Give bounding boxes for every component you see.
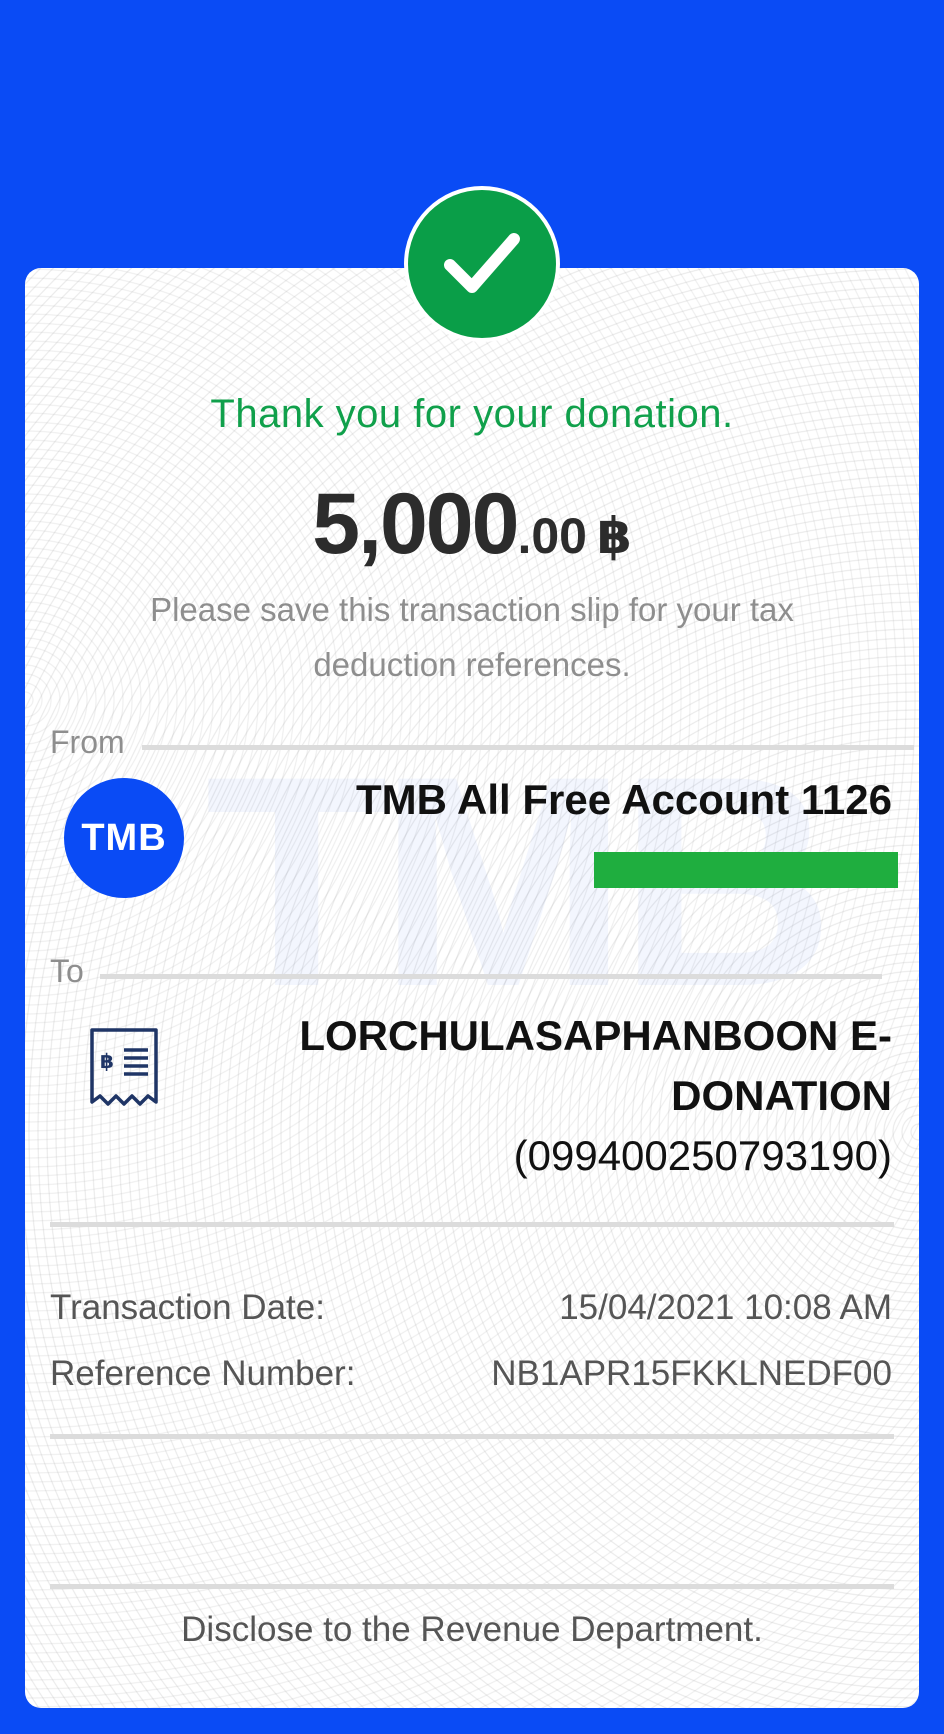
to-divider xyxy=(100,974,882,979)
svg-text:฿: ฿ xyxy=(100,1049,114,1073)
currency-symbol: ฿ xyxy=(596,508,632,564)
amount-whole: 5,000 xyxy=(312,476,519,572)
transaction-date-label: Transaction Date: xyxy=(50,1288,325,1327)
reference-number-label: Reference Number: xyxy=(50,1354,356,1393)
from-label: From xyxy=(50,724,125,760)
from-divider xyxy=(142,745,914,750)
disclose-note: Disclose to the Revenue Department. xyxy=(181,1610,763,1649)
tmb-bank-logo: TMB xyxy=(64,778,184,898)
donation-amount: 5,000.00 ฿ xyxy=(0,475,944,574)
redacted-account-number xyxy=(594,852,898,888)
from-account-name: TMB All Free Account 1126 xyxy=(355,776,892,823)
amount-decimals: .00 xyxy=(517,508,587,564)
recipient-name: LORCHULASAPHANBOON E-DONATION xyxy=(299,1012,892,1119)
details-divider-top xyxy=(50,1222,894,1227)
to-label: To xyxy=(50,953,84,989)
transaction-date-value: 15/04/2021 10:08 AM xyxy=(559,1288,892,1327)
tax-note: Please save this transaction slip for yo… xyxy=(150,591,794,683)
details-divider-bottom xyxy=(50,1434,894,1439)
footer-divider xyxy=(50,1584,894,1589)
check-icon xyxy=(408,190,556,338)
tmb-logo-text: TMB xyxy=(81,816,167,859)
receipt-icon: ฿ xyxy=(86,1026,162,1110)
success-badge xyxy=(404,186,560,342)
recipient-id: (099400250793190) xyxy=(513,1132,892,1179)
reference-number-value: NB1APR15FKKLNEDF00 xyxy=(491,1354,892,1393)
thank-you-message: Thank you for your donation. xyxy=(210,392,734,436)
